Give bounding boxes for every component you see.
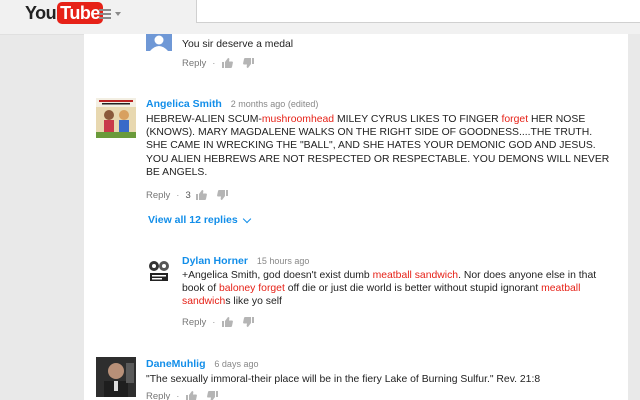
comments-panel: You sir deserve a medal Reply · Angelica… xyxy=(84,34,628,400)
text-segment: +Angelica Smith, god doesn't exist dumb xyxy=(182,270,373,281)
view-all-replies-label: View all 12 replies xyxy=(148,214,238,226)
page-gutter xyxy=(628,34,640,400)
comment-actions: Reply · xyxy=(146,390,229,400)
user-silhouette-icon xyxy=(150,35,168,51)
author-name[interactable]: Dylan Horner xyxy=(182,255,248,267)
comment-actions: Reply · xyxy=(182,57,265,69)
thumbs-up-icon[interactable] xyxy=(221,57,234,69)
thumbs-up-icon[interactable] xyxy=(221,316,234,328)
filtered-word: mushroomhead xyxy=(261,114,335,125)
avatar[interactable] xyxy=(96,98,136,138)
reply-button[interactable]: Reply xyxy=(182,58,206,69)
guide-menu-button[interactable] xyxy=(99,7,121,21)
reply-button[interactable]: Reply xyxy=(182,317,206,328)
separator: · xyxy=(212,57,216,69)
comment-header: Angelica Smith 2 months ago (edited) xyxy=(146,98,318,110)
reply-button[interactable]: Reply xyxy=(146,190,170,201)
thumbs-down-icon[interactable] xyxy=(243,316,255,328)
comment-header: Dylan Horner 15 hours ago xyxy=(182,255,309,267)
chevron-down-icon xyxy=(242,214,251,223)
caret-down-icon xyxy=(115,12,121,16)
comment-timestamp[interactable]: 15 hours ago xyxy=(257,256,310,266)
text-segment: MILEY CYRUS LIKES TO FINGER xyxy=(334,114,502,125)
text-segment: s like yo self xyxy=(225,296,282,308)
filtered-word: baloney xyxy=(218,283,256,295)
separator: · xyxy=(176,390,180,400)
separator: · xyxy=(176,189,180,201)
filtered-word: meatball sandwich xyxy=(372,270,459,281)
comment-timestamp[interactable]: 2 months ago (edited) xyxy=(231,99,319,109)
hamburger-icon xyxy=(99,7,111,21)
logo-you-text: You xyxy=(25,2,57,23)
like-count: 3 xyxy=(185,189,191,201)
thumbs-down-icon[interactable] xyxy=(207,390,219,400)
comment-text: HEBREW-ALIEN SCUM-mushroomhead MILEY CYR… xyxy=(146,113,616,179)
avatar-image xyxy=(96,357,136,397)
filtered-word: forget xyxy=(501,114,529,125)
search-input[interactable] xyxy=(196,0,640,23)
filtered-word: forget xyxy=(258,283,285,295)
thumbs-up-icon[interactable] xyxy=(195,189,207,201)
avatar-image xyxy=(146,258,172,284)
avatar[interactable] xyxy=(146,258,172,284)
masthead: You Tube xyxy=(0,0,640,35)
comment-actions: Reply · 3 xyxy=(146,189,239,201)
author-name[interactable]: DaneMuhlig xyxy=(146,358,206,370)
comment-timestamp[interactable]: 6 days ago xyxy=(214,359,258,369)
author-name[interactable]: Angelica Smith xyxy=(146,98,222,110)
default-avatar[interactable] xyxy=(146,34,172,51)
comment-header: DaneMuhlig 6 days ago xyxy=(146,358,258,370)
thumbs-down-icon[interactable] xyxy=(216,189,229,201)
comment-text: +Angelica Smith, god doesn't exist dumb … xyxy=(182,269,606,309)
comment-text: You sir deserve a medal xyxy=(182,39,294,50)
text-segment: off die or just die world is better with… xyxy=(284,283,542,295)
view-all-replies-button[interactable]: View all 12 replies xyxy=(148,214,251,226)
thumbs-down-icon[interactable] xyxy=(243,57,255,69)
reply-button[interactable]: Reply xyxy=(146,391,170,400)
thumbs-up-icon[interactable] xyxy=(185,390,198,400)
comment-text: "The sexually immoral-their place will b… xyxy=(146,374,541,385)
separator: · xyxy=(212,316,216,328)
logo-tube-text: Tube xyxy=(57,2,103,24)
youtube-logo[interactable]: You Tube xyxy=(25,2,103,24)
avatar-image xyxy=(96,98,136,138)
avatar[interactable] xyxy=(96,357,136,397)
text-segment: HEBREW-ALIEN SCUM- xyxy=(146,114,262,125)
comment-actions: Reply · xyxy=(182,316,265,328)
